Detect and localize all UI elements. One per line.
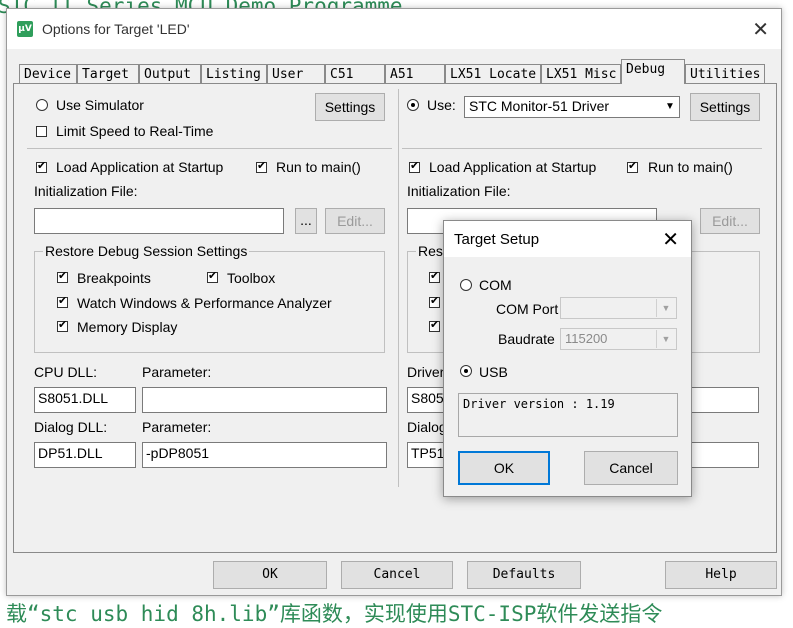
cpu-dll-input[interactable]: S8051.DLL [34,387,136,413]
defaults-button[interactable]: Defaults [467,561,581,589]
tab-debug[interactable]: Debug [621,59,685,84]
use-simulator-label: Use Simulator [56,97,144,113]
driver-settings-button[interactable]: Settings [690,93,760,121]
driver-select-value: STC Monitor-51 Driver [469,98,610,114]
left-separator [27,148,392,149]
dropdown-arrow-icon: ▼ [656,299,675,317]
restore-settings-title-left: Restore Debug Session Settings [43,243,250,259]
ok-button[interactable]: OK [213,561,327,589]
right-separator [402,148,762,149]
right-checkbox-2[interactable] [429,294,440,308]
limit-speed-label: Limit Speed to Real-Time [56,123,214,139]
cpu-param-input[interactable] [142,387,387,413]
tab-utilities[interactable]: Utilities [685,64,765,84]
watch-windows-label: Watch Windows & Performance Analyzer [77,295,332,311]
tab-a51[interactable]: A51 [385,64,445,84]
close-icon[interactable]: ✕ [662,227,679,251]
title-bar: μV Options for Target 'LED' ✕ [7,9,781,49]
use-simulator-radio[interactable] [36,99,48,111]
use-label: Use: [427,97,456,113]
target-setup-cancel-button[interactable]: Cancel [584,451,678,485]
help-button[interactable]: Help [665,561,777,589]
target-setup-title: Target Setup [454,231,540,248]
tab-lx51-locate[interactable]: LX51 Locate [445,64,541,84]
browse-button-left[interactable]: ... [295,208,317,234]
limit-speed-checkbox[interactable] [36,126,47,137]
watch-windows-checkbox[interactable] [57,294,68,308]
run-to-main-label-right: Run to main() [648,159,733,175]
target-setup-dialog: Target Setup ✕ COM COM Port ▼ Baudrate 1… [443,220,692,497]
com-label: COM [479,277,512,293]
driver-dll-label: Driver [407,364,445,380]
memory-display-label: Memory Display [77,319,178,335]
column-divider [398,89,399,487]
cpu-param-label: Parameter: [142,364,212,380]
target-setup-titlebar: Target Setup ✕ [444,221,691,257]
toolbox-checkbox[interactable] [207,269,218,283]
run-to-main-checkbox-right[interactable] [627,159,638,173]
right-checkbox-1[interactable] [429,269,440,283]
dialog-param-label: Parameter: [142,419,212,435]
run-to-main-label-left: Run to main() [276,159,361,175]
dropdown-arrow-icon: ▼ [656,330,675,348]
target-setup-ok-button[interactable]: OK [458,451,550,485]
driver-version-box: Driver version : 1.19 [458,393,678,437]
toolbox-label: Toolbox [227,270,276,286]
background-bottom-line: 载“stc usb hid 8h.lib”库函数，实现使用STC-ISP软件发送… [6,602,663,626]
com-port-select[interactable]: ▼ [560,297,677,319]
tab-user[interactable]: User [267,64,325,84]
load-app-checkbox-right[interactable] [409,159,420,173]
dropdown-arrow-icon: ▼ [665,101,675,112]
tab-lx51-misc[interactable]: LX51 Misc [541,64,621,84]
dialog-param-input[interactable]: -pDP8051 [142,442,387,468]
close-icon[interactable]: ✕ [752,17,769,41]
load-app-label-right: Load Application at Startup [429,159,597,175]
com-radio[interactable] [460,279,472,291]
usb-radio[interactable] [460,365,472,377]
edit-button-left[interactable]: Edit... [325,208,385,234]
tab-output[interactable]: Output [139,64,201,84]
keil-app-icon: μV [17,21,33,37]
window-title: Options for Target 'LED' [42,21,190,37]
driver-version-text: Driver version : 1.19 [463,397,615,411]
baudrate-select[interactable]: 115200 ▼ [560,328,677,350]
edit-button-right[interactable]: Edit... [700,208,760,234]
driver-select[interactable]: STC Monitor-51 Driver ▼ [464,96,680,118]
run-to-main-checkbox-left[interactable] [256,159,267,173]
init-file-label-right: Initialization File: [407,183,511,199]
cancel-button[interactable]: Cancel [341,561,453,589]
right-checkbox-3[interactable] [429,318,440,332]
init-file-label-left: Initialization File: [34,183,138,199]
tab-listing[interactable]: Listing [201,64,267,84]
init-file-input-left[interactable] [34,208,284,234]
baudrate-label: Baudrate [498,331,555,347]
dialog-dll-input[interactable]: DP51.DLL [34,442,136,468]
cpu-dll-label: CPU DLL: [34,364,98,380]
com-port-label: COM Port [496,301,559,317]
simulator-settings-button[interactable]: Settings [315,93,385,121]
load-app-label-left: Load Application at Startup [56,159,224,175]
tab-target[interactable]: Target [77,64,139,84]
usb-label: USB [479,364,508,380]
baudrate-value: 115200 [565,331,608,346]
breakpoints-label: Breakpoints [77,270,151,286]
load-app-checkbox-left[interactable] [36,159,47,173]
dialog-dll-label: Dialog DLL: [34,419,108,435]
tab-c51[interactable]: C51 [325,64,385,84]
memory-display-checkbox[interactable] [57,318,68,332]
tab-device[interactable]: Device [19,64,77,84]
dialog-dll-label-right: Dialog [407,419,447,435]
breakpoints-checkbox[interactable] [57,269,68,283]
use-driver-radio[interactable] [407,99,419,111]
